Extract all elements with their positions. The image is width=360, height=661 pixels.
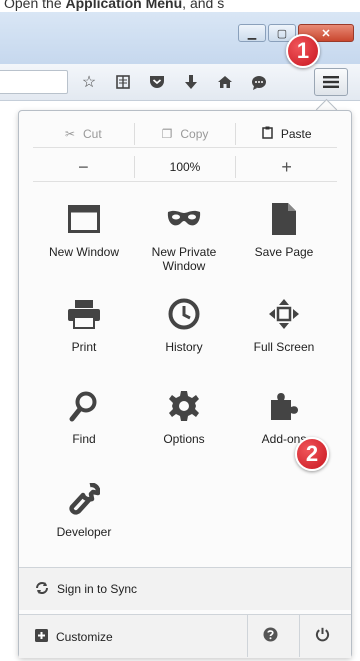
- find-item[interactable]: Find: [34, 388, 134, 446]
- reading-list-icon[interactable]: [112, 71, 134, 93]
- history-item[interactable]: History: [134, 296, 234, 354]
- mask-icon: [134, 201, 234, 237]
- scissors-icon: ✂: [64, 127, 76, 141]
- options-label: Options: [163, 432, 205, 446]
- zoom-reset-button[interactable]: 100%: [133, 156, 237, 178]
- help-button[interactable]: [247, 615, 292, 657]
- save-page-item[interactable]: Save Page: [234, 201, 334, 259]
- sign-in-sync-label: Sign in to Sync: [57, 582, 138, 596]
- developer-label: Developer: [56, 525, 112, 539]
- print-item[interactable]: Print: [34, 296, 134, 354]
- application-menu-panel: ✂ Cut ❐ Copy Paste − 100% + New Window N…: [18, 110, 352, 658]
- new-private-window-item[interactable]: New Private Window: [134, 201, 234, 273]
- home-icon[interactable]: [214, 71, 236, 93]
- history-label: History: [165, 340, 203, 354]
- copy-label: Copy: [180, 127, 209, 141]
- new-window-item[interactable]: New Window: [34, 201, 134, 259]
- window-icon: [34, 201, 134, 237]
- new-private-window-label: New Private Window: [151, 245, 217, 273]
- developer-item[interactable]: Developer: [34, 481, 134, 539]
- copy-icon: ❐: [161, 127, 173, 141]
- pocket-icon[interactable]: [146, 71, 168, 93]
- printer-icon: [34, 296, 134, 332]
- step-badge-2: 2: [295, 437, 329, 471]
- document-icon: [234, 201, 334, 237]
- caption-bold: Application Menu: [65, 0, 183, 11]
- zoom-in-button[interactable]: +: [236, 156, 337, 178]
- clock-icon: [134, 296, 234, 332]
- new-window-label: New Window: [48, 245, 120, 259]
- step-badge-1: 1: [286, 34, 320, 68]
- gear-icon: [134, 388, 234, 424]
- sync-icon: [35, 581, 49, 598]
- fullscreen-icon: [234, 296, 334, 332]
- chat-icon[interactable]: [248, 71, 270, 93]
- options-item[interactable]: Options: [134, 388, 234, 446]
- puzzle-icon: [234, 388, 334, 424]
- browser-toolbar: ☆: [0, 64, 360, 101]
- full-screen-item[interactable]: Full Screen: [234, 296, 334, 354]
- customize-icon: [35, 628, 48, 645]
- caption-suffix: , and s: [182, 0, 225, 11]
- customize-button[interactable]: Customize: [19, 628, 113, 645]
- add-ons-item[interactable]: Add-ons: [234, 388, 334, 446]
- search-icon: [34, 388, 134, 424]
- clipboard-icon: [262, 126, 273, 142]
- quit-button[interactable]: [299, 615, 344, 657]
- zoom-controls-row: − 100% +: [33, 153, 337, 182]
- download-icon[interactable]: [180, 71, 202, 93]
- paste-label: Paste: [280, 127, 312, 141]
- minimize-button[interactable]: ▁: [238, 24, 266, 42]
- zoom-out-button[interactable]: −: [33, 156, 134, 178]
- print-label: Print: [71, 340, 97, 354]
- power-icon: [315, 627, 330, 645]
- url-bar[interactable]: [0, 70, 68, 94]
- cut-label: Cut: [83, 127, 102, 141]
- customize-label: Customize: [56, 629, 113, 644]
- find-label: Find: [72, 432, 96, 446]
- full-screen-label: Full Screen: [253, 340, 315, 354]
- help-icon: [263, 627, 278, 645]
- star-icon[interactable]: ☆: [78, 71, 100, 93]
- customize-footer: Customize: [19, 614, 351, 658]
- wrench-icon: [34, 481, 134, 517]
- hamburger-menu-icon[interactable]: [314, 68, 348, 96]
- save-page-label: Save Page: [254, 245, 314, 259]
- caption-prefix: Open the: [4, 0, 66, 11]
- paste-button[interactable]: Paste: [235, 123, 337, 145]
- copy-button[interactable]: ❐ Copy: [133, 123, 236, 145]
- cut-button[interactable]: ✂ Cut: [33, 123, 134, 145]
- sync-footer[interactable]: Sign in to Sync: [19, 567, 351, 610]
- edit-controls-row: ✂ Cut ❐ Copy Paste: [33, 121, 337, 148]
